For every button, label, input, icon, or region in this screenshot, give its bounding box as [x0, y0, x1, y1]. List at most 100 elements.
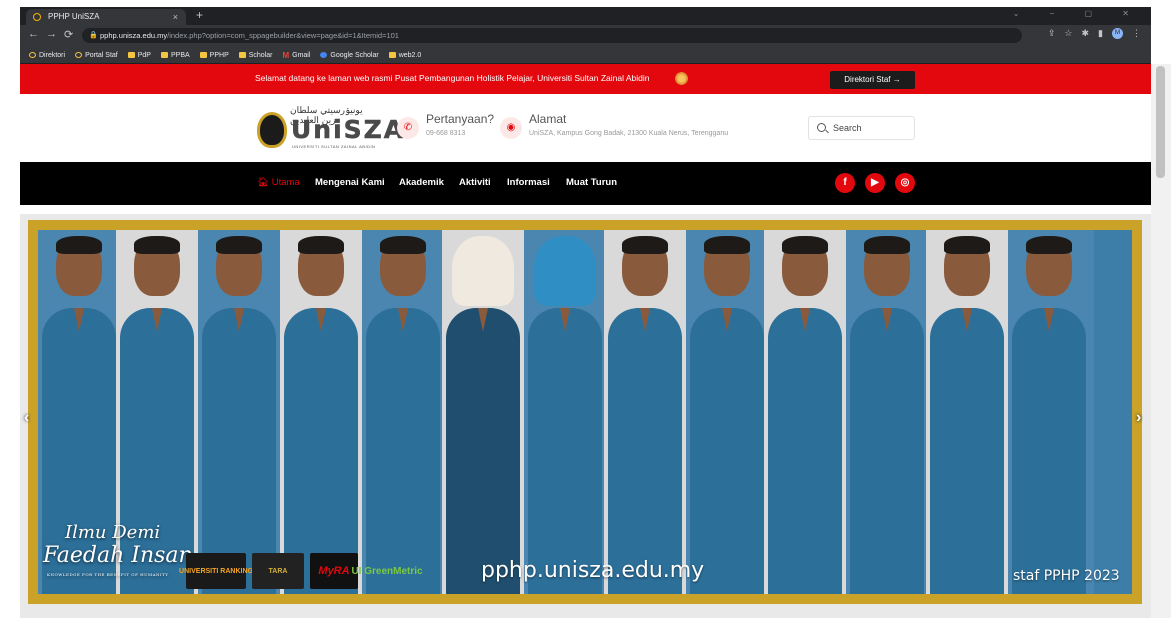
nav-item-utama[interactable]: 🏠︎ Utama	[257, 177, 300, 188]
portrait-hair	[56, 236, 102, 254]
window-controls[interactable]: ⌄ − ▢ ✕	[1013, 9, 1143, 18]
motto-line-2: Faedah Insan	[43, 543, 193, 568]
bookmark-star-icon[interactable]: ☆	[1064, 28, 1072, 39]
nav-item-aktiviti[interactable]: Aktiviti	[459, 177, 491, 188]
phone-number: 09-668 8313	[426, 130, 466, 137]
slide-url-text: pphp.unisza.edu.my	[481, 558, 705, 583]
portrait-hair	[944, 236, 990, 254]
portrait-hair	[782, 236, 828, 254]
back-arrow-icon[interactable]: ←	[28, 28, 39, 40]
folder-icon	[238, 52, 246, 58]
bookmark-item[interactable]: PPBA	[160, 52, 190, 59]
sidepanel-icon[interactable]: ▮	[1098, 28, 1103, 39]
portrait-hair	[134, 236, 180, 254]
address-text: UniSZA, Kampus Gong Badak, 21300 Kuala N…	[529, 130, 729, 137]
nav-item-mengenai-kami[interactable]: Mengenai Kami	[315, 177, 385, 188]
slider-next-arrow-icon[interactable]: ›	[1136, 409, 1141, 427]
screenshot-frame: PPHP UniSZA × + ⌄ − ▢ ✕ ← → ⟳ 🔒 pphp.uni…	[0, 0, 1171, 618]
scrollbar-thumb[interactable]	[1156, 66, 1165, 178]
bookmark-item[interactable]: PdP	[127, 52, 151, 59]
tab-title: PPHP UniSZA	[48, 12, 100, 21]
staff-portrait	[846, 230, 926, 594]
new-tab-button[interactable]: +	[196, 8, 203, 22]
award-badges: UNIVERSITI RANKING TARA MyRA UI GreenMet…	[179, 553, 423, 589]
address-contact: ◉ Alamat UniSZA, Kampus Gong Badak, 2130…	[500, 112, 770, 146]
logo-tagline: UNIVERSITI SULTAN ZAINAL ABIDIN	[292, 144, 376, 149]
location-pin-icon: ◉	[500, 117, 522, 139]
staff-portrait	[198, 230, 280, 594]
site-header: يونيۏرسيتي سلطان زين العابدين UniSZA UNI…	[20, 94, 1151, 162]
bookmark-item[interactable]: Google Scholar	[320, 52, 379, 59]
url-path: /index.php?option=com_sppagebuilder&view…	[167, 31, 399, 40]
page-scrollbar[interactable]	[1151, 64, 1171, 618]
google-scholar-icon	[320, 52, 328, 58]
direktori-staf-button[interactable]: Direktori Staf →	[830, 71, 915, 89]
github-icon[interactable]: ◎	[895, 173, 915, 193]
staff-portrait	[686, 230, 764, 594]
staff-portrait	[524, 230, 604, 594]
reload-icon[interactable]: ⟳	[64, 28, 73, 41]
staff-portrait	[764, 230, 846, 594]
bookmark-item[interactable]: PPHP	[199, 52, 229, 59]
tara-badge: TARA	[252, 553, 304, 589]
youtube-icon[interactable]: ▶	[865, 173, 885, 193]
bookmark-item[interactable]: Direktori	[29, 52, 65, 59]
portrait-body	[850, 308, 924, 594]
staff-portrait	[604, 230, 686, 594]
ranking-badge: UNIVERSITI RANKING	[179, 553, 253, 589]
staff-portrait	[280, 230, 362, 594]
portrait-hair	[1026, 236, 1072, 254]
portrait-hair	[452, 236, 514, 306]
portrait-body	[1012, 308, 1086, 594]
tab-close-icon[interactable]: ×	[173, 9, 178, 25]
staff-portrait	[1008, 230, 1094, 594]
motto-line-1: Ilmu Demi	[65, 522, 161, 543]
staff-portrait	[362, 230, 442, 594]
university-crest-icon	[257, 112, 287, 148]
search-input[interactable]: Search	[808, 116, 915, 140]
staff-portrait	[442, 230, 524, 594]
facebook-icon[interactable]: f	[835, 173, 855, 193]
bookmark-item[interactable]: Scholar	[238, 52, 272, 59]
direktori-icon	[29, 52, 36, 58]
portrait-hair	[864, 236, 910, 254]
unisza-logo[interactable]: يونيۏرسيتي سلطان زين العابدين UniSZA UNI…	[257, 106, 403, 150]
portal-icon	[75, 52, 83, 58]
gmail-icon: M	[282, 50, 290, 60]
hero-slider: Ilmu Demi Faedah Insan KNOWLEDGE FOR THE…	[28, 220, 1142, 604]
lock-icon: 🔒	[89, 32, 98, 39]
folder-icon	[388, 52, 396, 58]
nav-item-informasi[interactable]: Informasi	[507, 177, 550, 188]
browser-toolbar: ← → ⟳ 🔒 pphp.unisza.edu.my/index.php?opt…	[20, 25, 1151, 47]
bookmarks-bar: Direktori Portal Staf PdP PPBA PPHP Scho…	[20, 47, 1151, 64]
slider-prev-arrow-icon[interactable]: ‹	[24, 409, 29, 427]
bookmark-item[interactable]: web2.0	[388, 52, 421, 59]
web-page: Selamat datang ke laman web rasmi Pusat …	[20, 64, 1151, 618]
kebab-menu-icon[interactable]: ⋮	[1132, 28, 1141, 39]
announcement-text: Selamat datang ke laman web rasmi Pusat …	[255, 73, 650, 83]
search-icon	[817, 123, 826, 132]
address-bar[interactable]: 🔒 pphp.unisza.edu.my/index.php?option=co…	[82, 28, 1022, 43]
profile-avatar[interactable]: M	[1112, 28, 1123, 39]
portrait-hair	[298, 236, 344, 254]
folder-icon	[127, 52, 135, 58]
browser-tab[interactable]: PPHP UniSZA ×	[26, 9, 186, 25]
address-title: Alamat	[529, 112, 567, 126]
announcement-bar: Selamat datang ke laman web rasmi Pusat …	[20, 64, 1151, 94]
bookmark-item[interactable]: M Gmail	[282, 50, 310, 60]
extensions-puzzle-icon[interactable]: ✱	[1082, 28, 1090, 39]
share-icon[interactable]: ⇪	[1048, 28, 1056, 39]
portrait-hair	[534, 236, 596, 306]
toolbar-icons: ⇪ ☆ ✱ ▮ M ⋮	[1048, 28, 1141, 39]
folder-icon	[160, 52, 168, 58]
portrait-hair	[216, 236, 262, 254]
url-host: pphp.unisza.edu.my	[100, 31, 168, 40]
nav-item-muat-turun[interactable]: Muat Turun	[566, 177, 617, 188]
forward-arrow-icon[interactable]: →	[46, 28, 57, 40]
portrait-hair	[704, 236, 750, 254]
phone-contact: ✆ Pertanyaan? 09-668 8313	[397, 112, 517, 146]
bookmark-item[interactable]: Portal Staf	[75, 52, 118, 59]
nav-item-akademik[interactable]: Akademik	[399, 177, 444, 188]
sun-emblem-icon	[674, 71, 689, 86]
portrait-body	[768, 308, 842, 594]
